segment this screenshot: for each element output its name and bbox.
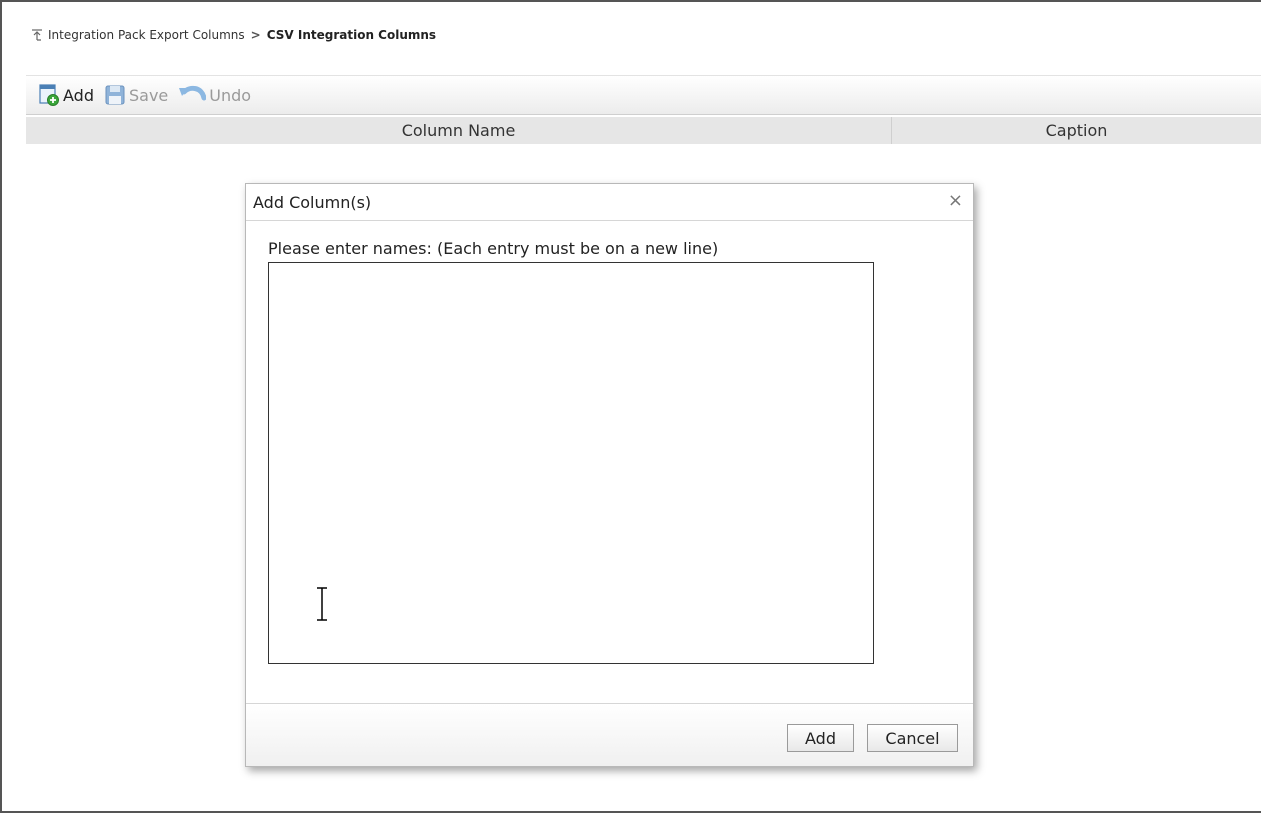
breadcrumb-parent-link[interactable]: Integration Pack Export Columns — [48, 28, 245, 42]
column-names-textarea[interactable] — [268, 262, 874, 664]
save-button-label: Save — [128, 85, 169, 105]
up-level-icon[interactable] — [32, 29, 42, 41]
dialog-prompt: Please enter names: (Each entry must be … — [268, 239, 719, 258]
save-button[interactable]: Save — [104, 84, 168, 106]
breadcrumb-separator: > — [250, 28, 261, 42]
dialog-footer: Add Cancel — [246, 703, 973, 766]
toolbar: Add Save Undo — [26, 75, 1261, 115]
floppy-disk-icon — [104, 84, 126, 106]
grid-header: Column Name Caption — [26, 117, 1261, 144]
breadcrumb-current: CSV Integration Columns — [266, 28, 437, 42]
add-document-icon — [38, 84, 60, 106]
close-icon[interactable]: × — [948, 192, 963, 210]
add-button-label: Add — [63, 85, 94, 105]
undo-button-label: Undo — [209, 85, 252, 105]
dialog-cancel-button[interactable]: Cancel — [867, 724, 958, 752]
column-header-column-name[interactable]: Column Name — [26, 117, 892, 144]
undo-arrow-icon — [178, 84, 207, 106]
add-button[interactable]: Add — [38, 84, 94, 106]
add-columns-dialog: Add Column(s) × Please enter names: (Eac… — [245, 183, 974, 767]
dialog-title: Add Column(s) — [253, 192, 372, 212]
column-header-caption[interactable]: Caption — [892, 117, 1261, 144]
dialog-add-button[interactable]: Add — [787, 724, 854, 752]
undo-button[interactable]: Undo — [178, 84, 251, 106]
breadcrumb: Integration Pack Export Columns > CSV In… — [32, 28, 436, 42]
dialog-header: Add Column(s) × — [246, 184, 973, 221]
